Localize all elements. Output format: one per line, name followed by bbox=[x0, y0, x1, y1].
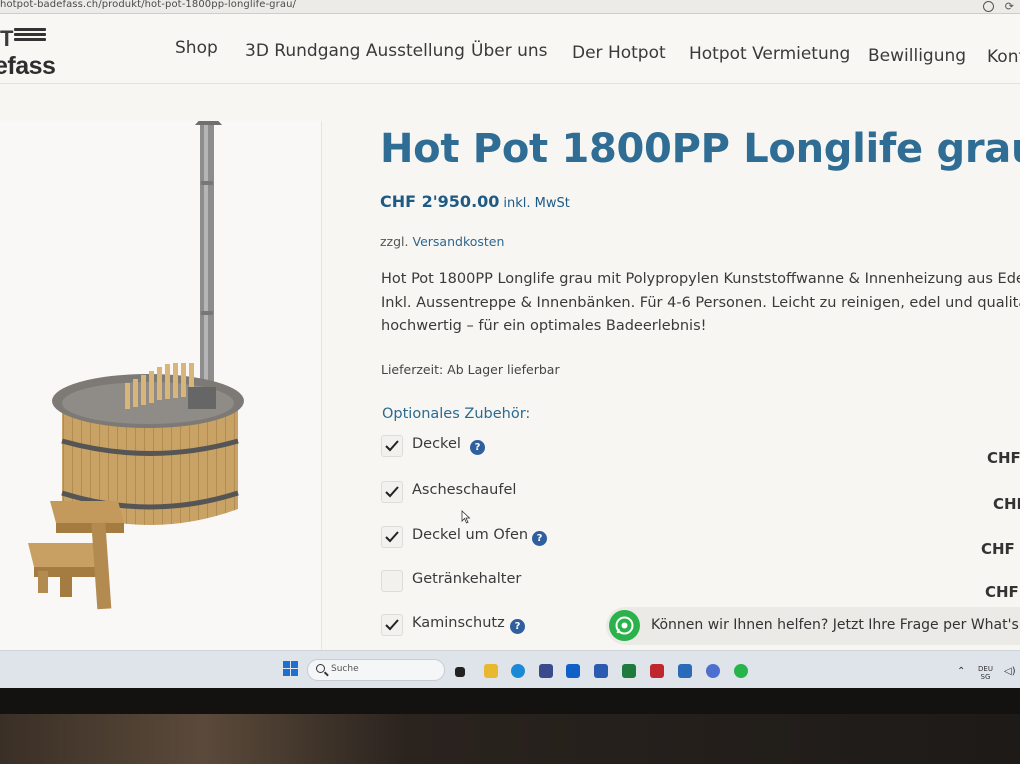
shipping-note: zzgl. Versandkosten bbox=[380, 234, 504, 249]
whatsapp-taskbar-icon[interactable] bbox=[734, 664, 748, 678]
shipping-costs-link[interactable]: Versandkosten bbox=[413, 234, 505, 249]
option-label: Getränkehalter bbox=[412, 571, 522, 587]
taskbar-search-box[interactable]: Suche bbox=[307, 659, 445, 681]
mouse-cursor-icon bbox=[461, 510, 471, 524]
product-title: Hot Pot 1800PP Longlife grau bbox=[380, 126, 1020, 172]
option-price-currency: CHI bbox=[993, 495, 1020, 513]
nav-kontakt[interactable]: Kont bbox=[987, 47, 1020, 67]
check-icon bbox=[385, 486, 399, 498]
option-ascheschaufel[interactable]: Ascheschaufel CHI bbox=[381, 479, 1020, 513]
file-explorer-icon[interactable] bbox=[484, 664, 498, 678]
language-code: DEU bbox=[978, 665, 993, 673]
help-icon[interactable]: ? bbox=[470, 440, 485, 455]
description-line: Inkl. Aussentreppe & Innenbänken. Für 4-… bbox=[381, 294, 1020, 311]
url-text[interactable]: hotpot-badefass.ch/produkt/hot-pot-1800p… bbox=[0, 0, 296, 10]
optional-accessories-heading: Optionales Zubehör: bbox=[382, 406, 531, 422]
delivery-time: Lieferzeit: Ab Lager lieferbar bbox=[381, 362, 560, 377]
price-value: CHF 2'950.00 bbox=[380, 192, 500, 211]
search-placeholder: Suche bbox=[331, 664, 359, 674]
option-price-currency: CHF bbox=[985, 583, 1019, 601]
chat-prompt-text: Können wir Ihnen helfen? Jetzt Ihre Frag… bbox=[651, 617, 1020, 633]
search-icon bbox=[316, 664, 325, 673]
check-icon bbox=[385, 440, 399, 452]
description-line: Hot Pot 1800PP Longlife grau mit Polypro… bbox=[381, 271, 1020, 287]
browser-address-bar[interactable]: hotpot-badefass.ch/produkt/hot-pot-1800p… bbox=[0, 0, 1020, 14]
whatsapp-chat-widget[interactable]: Können wir Ihnen helfen? Jetzt Ihre Frag… bbox=[606, 607, 1020, 645]
zoom-icon[interactable] bbox=[983, 1, 994, 12]
option-checkbox[interactable] bbox=[381, 435, 403, 457]
option-checkbox[interactable] bbox=[381, 570, 403, 592]
product-price: CHF 2'950.00 inkl. MwSt bbox=[380, 192, 570, 211]
check-icon bbox=[385, 531, 399, 543]
main-navigation: Shop 3D Rundgang Ausstellung Über uns De… bbox=[0, 14, 1020, 84]
option-price-currency: CHF bbox=[987, 449, 1020, 467]
language-indicator[interactable]: DEU SG bbox=[978, 665, 993, 681]
option-checkbox[interactable] bbox=[381, 526, 403, 548]
product-description: Hot Pot 1800PP Longlife grau mit Polypro… bbox=[381, 268, 1020, 339]
help-icon[interactable]: ? bbox=[532, 531, 547, 546]
price-tax-note: inkl. MwSt bbox=[503, 196, 570, 211]
outlook-icon[interactable] bbox=[566, 664, 580, 678]
windows-start-icon[interactable] bbox=[283, 661, 299, 677]
excel-icon[interactable] bbox=[622, 664, 636, 678]
nav-hotpot-vermietung[interactable]: Hotpot Vermietung bbox=[689, 44, 850, 64]
help-icon[interactable]: ? bbox=[510, 619, 525, 634]
chevron-up-icon[interactable]: ⌃ bbox=[957, 666, 965, 677]
check-icon bbox=[385, 619, 399, 631]
description-line: hochwertig – für ein optimales Badeerleb… bbox=[381, 318, 707, 334]
calendar-app-icon[interactable] bbox=[539, 664, 553, 678]
language-region: SG bbox=[980, 673, 991, 681]
nav-bewilligung[interactable]: Bewilligung bbox=[868, 46, 966, 66]
option-label: Deckel um Ofen bbox=[412, 527, 529, 543]
product-image[interactable] bbox=[0, 116, 322, 650]
nav-der-hotpot[interactable]: Der Hotpot bbox=[572, 43, 666, 63]
site-header: T efass Shop 3D Rundgang Ausstellung Übe… bbox=[0, 14, 1020, 84]
shipping-prefix: zzgl. bbox=[380, 234, 409, 249]
word-icon[interactable] bbox=[594, 664, 608, 678]
option-checkbox[interactable] bbox=[381, 481, 403, 503]
nav-3d-rundgang[interactable]: 3D Rundgang Ausstellung bbox=[245, 41, 465, 61]
windows-taskbar: Suche ⌃ DEU SG ◁) bbox=[0, 650, 1020, 688]
option-label: Deckel bbox=[412, 436, 461, 452]
speaker-icon[interactable]: ◁) bbox=[1004, 666, 1016, 677]
option-label: Kaminschutz bbox=[412, 615, 505, 631]
srf-app-icon[interactable] bbox=[650, 664, 664, 678]
desk-background bbox=[0, 714, 1020, 764]
settings-app-icon[interactable] bbox=[706, 664, 720, 678]
reload-icon[interactable]: ⟳ bbox=[1005, 0, 1014, 13]
option-deckel[interactable]: Deckel ? CHF bbox=[381, 433, 1020, 467]
hot-tub-illustration bbox=[28, 116, 244, 610]
option-checkbox[interactable] bbox=[381, 614, 403, 636]
task-view-icon[interactable] bbox=[455, 667, 465, 677]
option-label: Ascheschaufel bbox=[412, 482, 517, 498]
product-page: Hot Pot 1800PP Longlife grau CHF 2'950.0… bbox=[0, 84, 1020, 650]
nav-ueber-uns[interactable]: Über uns bbox=[471, 41, 548, 61]
edge-browser-icon[interactable] bbox=[511, 664, 525, 678]
option-deckel-um-ofen[interactable]: Deckel um Ofen ? CHF bbox=[381, 524, 1020, 558]
option-price-currency: CHF bbox=[981, 540, 1015, 558]
nav-shop[interactable]: Shop bbox=[175, 38, 218, 58]
website-viewport: T efass Shop 3D Rundgang Ausstellung Übe… bbox=[0, 14, 1020, 650]
mail-app-icon[interactable] bbox=[678, 664, 692, 678]
whatsapp-icon bbox=[609, 610, 640, 641]
option-getraenkehalter[interactable]: Getränkehalter CHF bbox=[381, 568, 1020, 601]
